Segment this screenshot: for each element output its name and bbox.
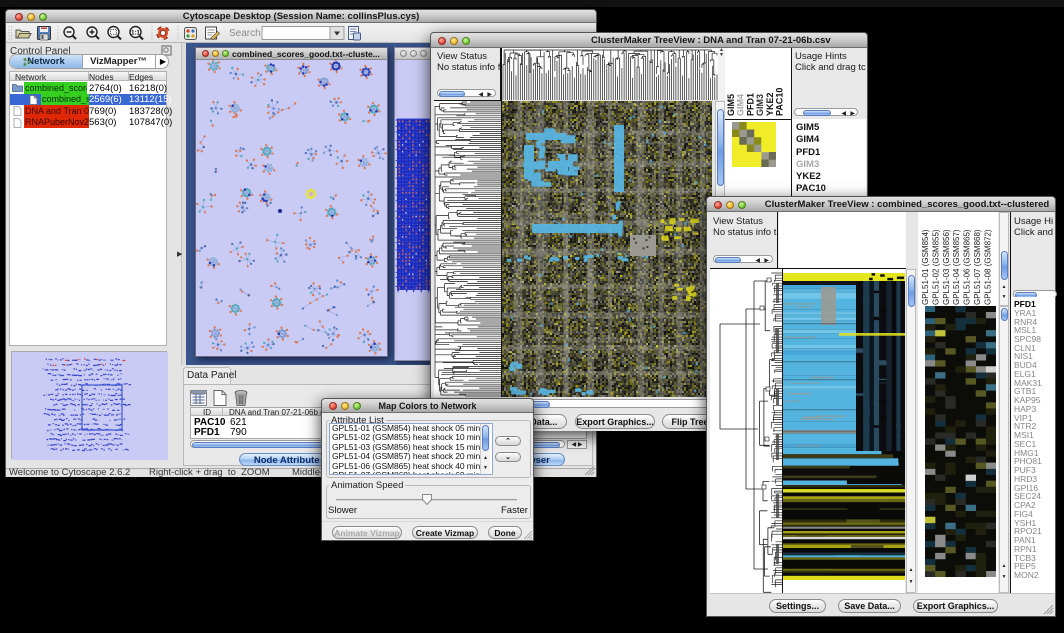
svg-text:PAC10: PAC10	[775, 88, 785, 116]
svg-text:1:1: 1:1	[131, 30, 140, 36]
svg-text:GPL51-04 (GSM857): GPL51-04 (GSM857)	[952, 229, 961, 305]
svg-text:GPL51-06 (GSM865): GPL51-06 (GSM865)	[963, 229, 972, 305]
svg-text:PFD1: PFD1	[745, 93, 755, 116]
svg-text:GIM3: GIM3	[755, 94, 765, 116]
svg-text:GPL51-08 (GSM872): GPL51-08 (GSM872)	[983, 229, 992, 305]
svg-text:GIM5: GIM5	[726, 94, 736, 116]
svg-text:GPL51-07 (GSM868): GPL51-07 (GSM868)	[973, 229, 982, 305]
svg-text:YKE2: YKE2	[765, 92, 775, 116]
svg-text:GIM4: GIM4	[736, 94, 746, 116]
svg-text:GPL51-01 (GSM854): GPL51-01 (GSM854)	[921, 229, 930, 305]
svg-text:Search:: Search:	[229, 28, 263, 39]
svg-text:GPL51-02 (GSM855): GPL51-02 (GSM855)	[931, 229, 940, 305]
svg-text:GPL51-03 (GSM856): GPL51-03 (GSM856)	[942, 229, 951, 305]
